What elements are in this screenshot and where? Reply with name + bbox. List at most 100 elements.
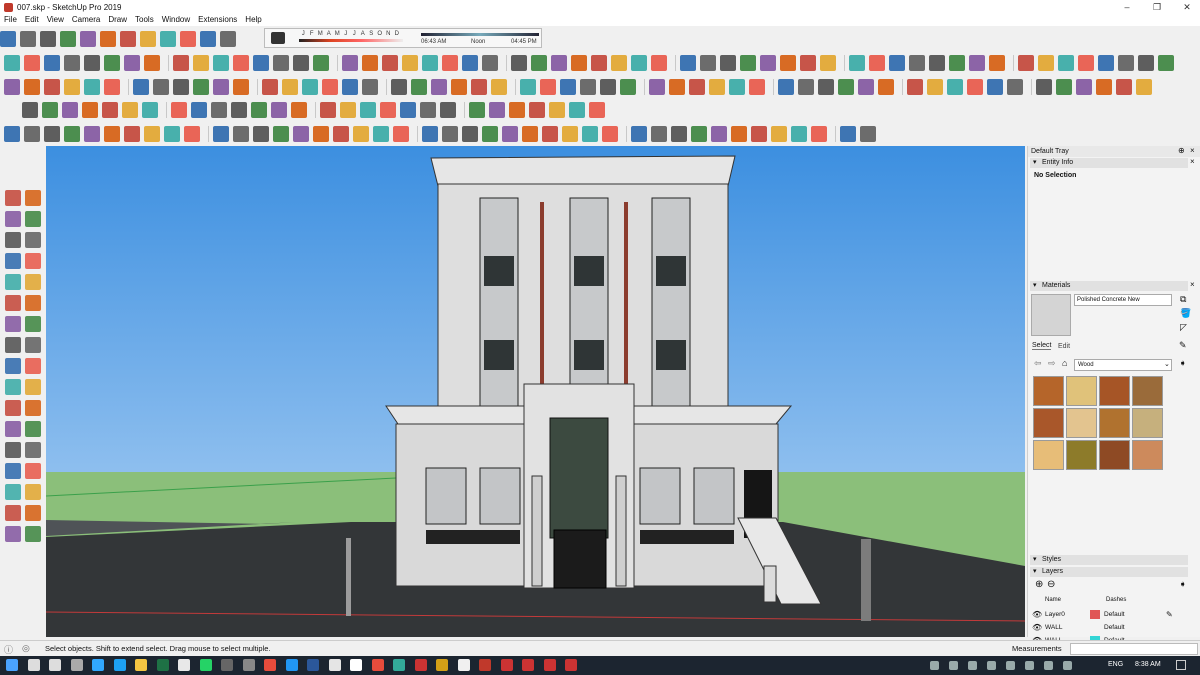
tool-tb2-36-icon[interactable] xyxy=(778,79,794,95)
rotate-icon[interactable] xyxy=(5,337,21,353)
tool-tb1-6-icon[interactable] xyxy=(124,55,140,71)
tool-tb3-19-icon[interactable] xyxy=(420,102,436,118)
notification-icon[interactable] xyxy=(1176,660,1186,670)
tool-tb0-4-icon[interactable] xyxy=(80,31,96,47)
eraser-icon[interactable] xyxy=(25,211,41,227)
tool-tb4-21-icon[interactable] xyxy=(442,126,458,142)
tool-tb4-9-icon[interactable] xyxy=(184,126,200,142)
tool-tb2-47-icon[interactable] xyxy=(1007,79,1023,95)
tool-tb4-31-icon[interactable] xyxy=(651,126,667,142)
rectangle-icon[interactable] xyxy=(5,253,21,269)
layer-color-swatch[interactable] xyxy=(1090,623,1100,632)
tool-tb1-50-icon[interactable] xyxy=(1058,55,1074,71)
details-icon[interactable]: ➧ xyxy=(1179,358,1187,369)
tool-tb1-41-icon[interactable] xyxy=(869,55,885,71)
tool-tb1-10-icon[interactable] xyxy=(213,55,229,71)
tool-tb3-3-icon[interactable] xyxy=(82,102,98,118)
component-icon[interactable] xyxy=(25,190,41,206)
push-pull-icon[interactable] xyxy=(25,316,41,332)
tool-tb2-20-icon[interactable] xyxy=(431,79,447,95)
pdf-icon[interactable] xyxy=(371,659,384,671)
create-material-icon[interactable]: ⧉ xyxy=(1180,294,1186,305)
tool-tb2-33-icon[interactable] xyxy=(709,79,725,95)
tool-tb1-27-icon[interactable] xyxy=(571,55,587,71)
model-viewport[interactable] xyxy=(46,146,1025,637)
tool-tb1-45-icon[interactable] xyxy=(949,55,965,71)
3d-text-icon[interactable] xyxy=(25,421,41,437)
tool-tb2-35-icon[interactable] xyxy=(749,79,765,95)
app-icon[interactable] xyxy=(393,659,405,671)
offset-icon[interactable] xyxy=(25,358,41,374)
material-swatch[interactable] xyxy=(1132,376,1163,406)
tool-tb3-27-icon[interactable] xyxy=(589,102,605,118)
tool-tb0-3-icon[interactable] xyxy=(60,31,76,47)
tool-tb1-40-icon[interactable] xyxy=(849,55,865,71)
tool-tb3-23-icon[interactable] xyxy=(509,102,525,118)
tool-tb3-17-icon[interactable] xyxy=(380,102,396,118)
tool-tb2-52-icon[interactable] xyxy=(1116,79,1132,95)
paint-bucket-icon[interactable]: 🪣 xyxy=(1180,308,1191,319)
tool-tb1-36-icon[interactable] xyxy=(760,55,776,71)
tool-tb4-35-icon[interactable] xyxy=(731,126,747,142)
app-icon[interactable] xyxy=(436,659,448,671)
tool-tb1-28-icon[interactable] xyxy=(591,55,607,71)
home-icon[interactable]: ⌂ xyxy=(1062,358,1067,368)
material-swatch[interactable] xyxy=(1132,408,1163,438)
pan-icon[interactable] xyxy=(262,79,278,95)
orbit-icon[interactable] xyxy=(5,442,21,458)
tool-tb2-24-icon[interactable] xyxy=(520,79,536,95)
line-icon[interactable] xyxy=(5,232,21,248)
tape-measure-icon[interactable] xyxy=(5,379,21,395)
tool-tb2-19-icon[interactable] xyxy=(411,79,427,95)
tool-tb1-7-icon[interactable] xyxy=(144,55,160,71)
tool-tb2-30-icon[interactable] xyxy=(649,79,665,95)
photoshop-icon[interactable] xyxy=(92,659,104,671)
tool-tb2-51-icon[interactable] xyxy=(1096,79,1112,95)
tool-tb4-23-icon[interactable] xyxy=(482,126,498,142)
tab-edit[interactable]: Edit xyxy=(1058,343,1070,350)
tool-tb2-49-icon[interactable] xyxy=(1056,79,1072,95)
pin-icon[interactable]: ⊕ xyxy=(1178,146,1185,155)
tool-tb2-41-icon[interactable] xyxy=(878,79,894,95)
tool-tb1-44-icon[interactable] xyxy=(929,55,945,71)
tool-tb1-46-icon[interactable] xyxy=(969,55,985,71)
tool-tb2-29-icon[interactable] xyxy=(620,79,636,95)
tool-tb4-3-icon[interactable] xyxy=(64,126,80,142)
app-icon[interactable] xyxy=(543,659,556,671)
tool-tb2-39-icon[interactable] xyxy=(838,79,854,95)
minimize-icon[interactable]: – xyxy=(1112,0,1142,14)
menu-view[interactable]: View xyxy=(43,14,68,26)
tool-tb1-17-icon[interactable] xyxy=(362,55,378,71)
entity-close-icon[interactable]: × xyxy=(1190,157,1195,166)
tool-tb1-1-icon[interactable] xyxy=(24,55,40,71)
tool-tb1-31-icon[interactable] xyxy=(651,55,667,71)
tool-tb2-18-icon[interactable] xyxy=(391,79,407,95)
tape-measure-icon[interactable] xyxy=(193,79,209,95)
tool-tb2-21-icon[interactable] xyxy=(451,79,467,95)
tool-tb2-45-icon[interactable] xyxy=(967,79,983,95)
app-icon[interactable] xyxy=(500,659,513,671)
layer-dashes[interactable]: Default xyxy=(1104,611,1125,618)
orbit-icon[interactable] xyxy=(233,79,249,95)
tool-tb0-11-icon[interactable] xyxy=(220,31,236,47)
clock[interactable]: 8:38 AM xyxy=(1135,661,1161,668)
tool-tb3-18-icon[interactable] xyxy=(400,102,416,118)
tool-tb1-42-icon[interactable] xyxy=(889,55,905,71)
tool-tb4-20-icon[interactable] xyxy=(422,126,438,142)
tool-tb2-22-icon[interactable] xyxy=(471,79,487,95)
tool-tb2-44-icon[interactable] xyxy=(947,79,963,95)
shadow-toggle-icon[interactable] xyxy=(271,32,285,44)
tool-tb4-34-icon[interactable] xyxy=(711,126,727,142)
tool-tb1-52-icon[interactable] xyxy=(1098,55,1114,71)
scale-icon[interactable] xyxy=(5,358,21,374)
app-icon[interactable] xyxy=(457,659,470,671)
tool-tb3-10-icon[interactable] xyxy=(231,102,247,118)
tool-tb1-53-icon[interactable] xyxy=(1118,55,1134,71)
language-indicator[interactable]: ENG xyxy=(1108,661,1123,668)
tool-tb2-37-icon[interactable] xyxy=(798,79,814,95)
tool-tb4-26-icon[interactable] xyxy=(542,126,558,142)
tool-tb3-11-icon[interactable] xyxy=(251,102,267,118)
tool-tb1-19-icon[interactable] xyxy=(402,55,418,71)
tray-icon[interactable] xyxy=(1063,661,1072,670)
materials-close-icon[interactable]: × xyxy=(1190,280,1195,289)
